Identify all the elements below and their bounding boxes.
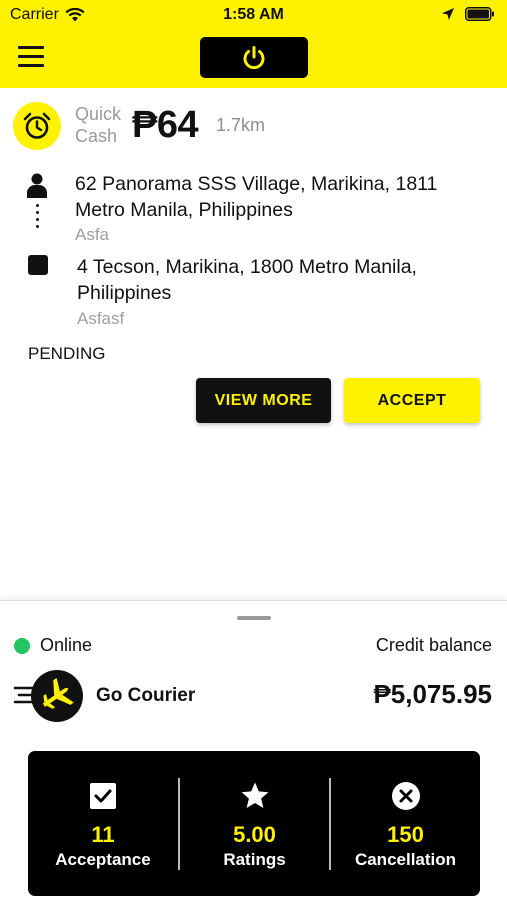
service-name: Go Courier — [96, 685, 196, 706]
trip-request-card: Quick Cash ₱64 1.7km 62 Panorama SSS Vil… — [0, 88, 507, 600]
credit-balance-value: ₱5,075.95 — [373, 679, 492, 709]
pickup-address: 62 Panorama SSS Village, Marikina, 1811 … — [75, 173, 438, 221]
stat-label: Ratings — [223, 850, 286, 869]
view-more-button[interactable]: VIEW MORE — [196, 378, 331, 423]
power-icon — [243, 45, 265, 69]
menu-icon — [18, 46, 44, 49]
stat-label: Acceptance — [55, 850, 151, 869]
status-bar: Carrier 1:58 AM — [0, 0, 507, 32]
driver-bottom-sheet: Online Credit balance Go Courier ₱5,075.… — [0, 600, 507, 900]
person-icon — [27, 173, 47, 198]
stat-cancellation: 150 Cancellation — [331, 751, 480, 896]
trip-distance: 1.7km — [216, 115, 266, 135]
stat-label: Cancellation — [354, 850, 457, 869]
dropoff-address: 4 Tecson, Marikina, 1800 Metro Manila, P… — [77, 256, 417, 304]
sheet-drag-handle[interactable] — [237, 616, 271, 620]
menu-button[interactable] — [18, 46, 46, 68]
checkbox-icon — [88, 781, 118, 811]
stat-value: 5.00 — [233, 822, 276, 847]
online-status-dot — [14, 638, 30, 654]
online-status-label: Online — [40, 635, 93, 655]
stat-acceptance: 11 Acceptance — [28, 751, 178, 896]
stat-value: 150 — [387, 822, 424, 847]
alarm-clock-icon — [23, 112, 51, 139]
trip-status: PENDING — [28, 344, 106, 363]
app-header: Carrier 1:58 AM — [0, 0, 507, 88]
status-time: 1:58 AM — [223, 6, 284, 23]
battery-icon — [465, 7, 494, 21]
accept-button[interactable]: ACCEPT — [344, 378, 480, 423]
dropoff-square-icon — [28, 255, 48, 275]
trip-fare: ₱64 — [132, 104, 199, 146]
dropoff-note: Asfasf — [77, 309, 125, 328]
courier-plane-icon — [13, 670, 83, 722]
power-toggle-button[interactable] — [200, 37, 308, 78]
stat-ratings: 5.00 Ratings — [180, 751, 329, 896]
pickup-note: Asfa — [75, 225, 110, 244]
credit-balance-label: Credit balance — [375, 635, 492, 655]
driver-stats-panel: 11 Acceptance 5.00 Ratings 150 Cancellat… — [28, 751, 480, 896]
payment-type: Quick Cash — [75, 104, 122, 146]
location-arrow-icon — [442, 8, 454, 20]
star-icon — [240, 781, 270, 811]
cancel-circle-icon — [391, 781, 421, 811]
route-dots — [36, 204, 39, 234]
stat-value: 11 — [91, 822, 115, 847]
alarm-badge — [13, 102, 61, 150]
